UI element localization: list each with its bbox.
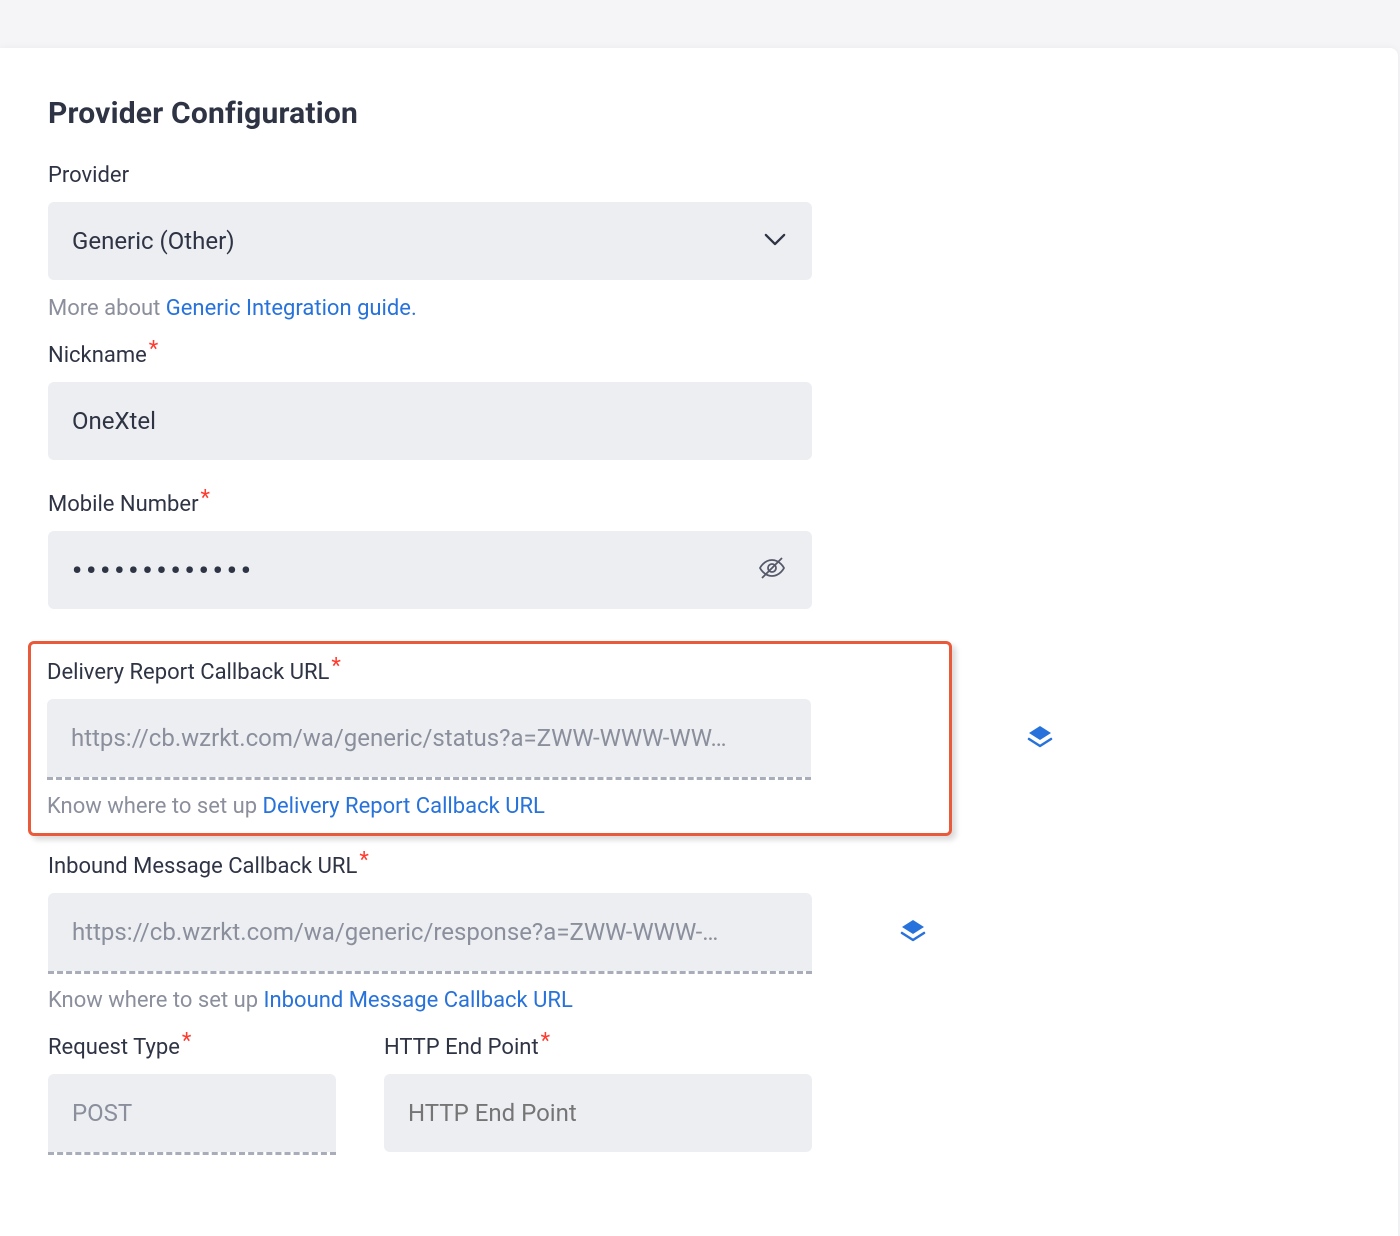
- http-endpoint-label: HTTP End Point: [384, 1035, 539, 1060]
- copy-icon[interactable]: [898, 917, 928, 951]
- provider-value: Generic (Other): [72, 227, 235, 255]
- delivery-url-input[interactable]: https://cb.wzrkt.com/wa/generic/status?a…: [47, 699, 811, 777]
- delivery-label: Delivery Report Callback URL: [47, 660, 329, 685]
- nickname-field-group: Nickname*: [48, 343, 1350, 460]
- provider-config-panel: Provider Configuration Provider Generic …: [0, 48, 1398, 1236]
- http-endpoint-field-group: HTTP End Point*: [384, 1035, 812, 1155]
- mobile-masked-value: •••••••••••••: [72, 554, 255, 587]
- mobile-label: Mobile Number: [48, 492, 199, 517]
- inbound-know-text: Know where to set up Inbound Message Cal…: [48, 988, 1350, 1013]
- inbound-label: Inbound Message Callback URL: [48, 854, 357, 879]
- provider-help: More about Generic Integration guide.: [48, 296, 1350, 321]
- inbound-know-link[interactable]: Inbound Message Callback URL: [264, 988, 573, 1013]
- required-asterisk: *: [149, 337, 158, 362]
- required-asterisk: *: [541, 1029, 550, 1054]
- provider-field-group: Provider Generic (Other) More about Gene…: [48, 163, 1350, 321]
- provider-select[interactable]: Generic (Other): [48, 202, 812, 280]
- copy-icon[interactable]: [1025, 723, 1055, 757]
- required-asterisk: *: [201, 486, 210, 511]
- delivery-know-text: Know where to set up Delivery Report Cal…: [47, 794, 933, 819]
- request-type-label: Request Type: [48, 1035, 180, 1060]
- required-asterisk: *: [359, 848, 368, 873]
- generic-integration-link[interactable]: Generic Integration guide.: [166, 296, 417, 321]
- delivery-know-link[interactable]: Delivery Report Callback URL: [263, 794, 545, 819]
- eye-off-icon[interactable]: [758, 556, 786, 584]
- request-type-value: POST: [72, 1099, 132, 1127]
- inbound-url-value: https://cb.wzrkt.com/wa/generic/response…: [72, 918, 788, 946]
- required-asterisk: *: [182, 1029, 191, 1054]
- delivery-callback-highlight: Delivery Report Callback URL* https://cb…: [28, 641, 952, 836]
- nickname-label: Nickname: [48, 343, 147, 368]
- inbound-url-input[interactable]: https://cb.wzrkt.com/wa/generic/response…: [48, 893, 812, 971]
- provider-label: Provider: [48, 163, 129, 188]
- http-endpoint-input[interactable]: [384, 1074, 812, 1152]
- nickname-input[interactable]: [48, 382, 812, 460]
- inbound-field-group: Inbound Message Callback URL* https://cb…: [48, 854, 1350, 1013]
- request-type-input[interactable]: POST: [48, 1074, 336, 1152]
- required-asterisk: *: [331, 654, 340, 679]
- request-endpoint-row: Request Type* POST HTTP End Point*: [48, 1035, 1350, 1155]
- request-type-field-group: Request Type* POST: [48, 1035, 336, 1155]
- page-title: Provider Configuration: [48, 96, 1350, 131]
- mobile-field-group: Mobile Number* •••••••••••••: [48, 492, 1350, 609]
- mobile-input[interactable]: •••••••••••••: [48, 531, 812, 609]
- delivery-url-value: https://cb.wzrkt.com/wa/generic/status?a…: [71, 724, 787, 752]
